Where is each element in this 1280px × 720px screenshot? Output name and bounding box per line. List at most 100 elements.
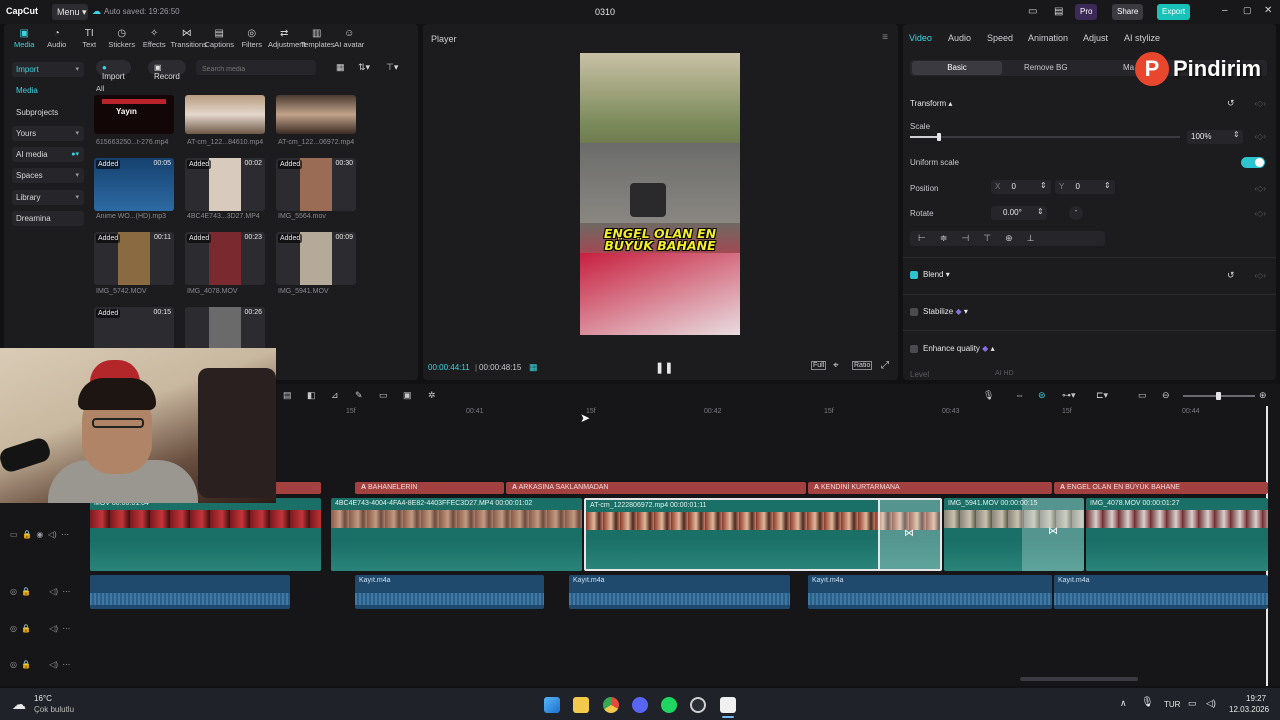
text-clip[interactable]: A ENGEL OLAN EN BÜYÜK BAHANE <box>1054 482 1268 494</box>
maximize-icon[interactable]: ▢ <box>1243 5 1252 16</box>
waveform-icon[interactable]: ▦ <box>529 362 538 373</box>
audio-clip[interactable]: Kayıt.m4a <box>1054 575 1268 609</box>
shortcuts-icon[interactable]: ▤ <box>1054 6 1063 17</box>
split-icon[interactable]: ◧ <box>307 390 316 401</box>
enhance-quality-heading[interactable]: Enhance quality ◆ ▴ <box>923 344 995 353</box>
filter-icon[interactable]: ⊤▾ <box>386 62 398 73</box>
sidebar-item-yours[interactable]: Yours ▾ <box>12 125 84 141</box>
tab-captions[interactable]: ▤ Captions <box>203 26 236 54</box>
crop-icon[interactable]: ⌖ <box>833 360 839 371</box>
clock-date[interactable]: 12.03.2026 <box>1229 705 1269 714</box>
subtab-mask[interactable]: Ma <box>1123 63 1134 72</box>
tab-effects[interactable]: ✧ Effects <box>138 26 171 54</box>
level-value[interactable]: AI HD <box>995 370 1014 377</box>
transform-heading[interactable]: Transform ▴ <box>910 99 952 108</box>
video-clip[interactable]: 4BC4E743-4004-4FA4-8E82-4403FFEC3D27.MP4… <box>331 498 582 571</box>
weather-text[interactable]: Çok bulutlu <box>34 705 74 714</box>
freeze-icon[interactable]: ▭ <box>379 390 388 401</box>
obs-icon[interactable] <box>690 697 706 713</box>
tab-adjustment[interactable]: ⇄ Adjustment <box>268 26 306 54</box>
media-thumb[interactable] <box>276 95 356 134</box>
tab-ai-avatar[interactable]: ☺ AI avatar <box>333 26 366 54</box>
pro-button[interactable]: Pro <box>1075 4 1098 20</box>
fit-icon[interactable]: ▭ <box>1138 390 1147 401</box>
keyframe-icon[interactable]: ‹◇› <box>1255 271 1266 280</box>
stepper-icon[interactable]: ⇕ <box>1037 207 1044 216</box>
stabilize-checkbox[interactable] <box>910 308 918 316</box>
media-thumb[interactable]: Added 00:30 <box>276 158 356 211</box>
file-explorer-icon[interactable] <box>573 697 589 713</box>
reset-icon[interactable]: ↺ <box>1227 270 1235 281</box>
tab-templates[interactable]: ▥ Templates <box>301 26 335 54</box>
close-icon[interactable]: ✕ <box>1264 5 1272 16</box>
align-top-icon[interactable]: ⊤ <box>983 233 1005 243</box>
audio-track-controls[interactable]: ◎ 🔒 ◁) ⋯ <box>10 660 70 669</box>
tab-filters[interactable]: ◎ Filters <box>236 26 269 54</box>
sidebar-item-subprojects[interactable]: Subprojects <box>12 105 84 120</box>
reset-icon[interactable]: ↺ <box>1227 98 1235 109</box>
text-clip[interactable]: A ARKASINA SAKLANMADAN <box>506 482 806 494</box>
search-media-input[interactable] <box>196 60 316 75</box>
enhance-quality-checkbox[interactable] <box>910 345 918 353</box>
audio-clip[interactable] <box>90 575 290 609</box>
tab-audio[interactable]: ◔ Audio <box>41 26 74 54</box>
subtab-basic[interactable]: Basic <box>912 61 1002 75</box>
sidebar-item-dreamina[interactable]: Dreamina <box>12 211 84 227</box>
video-track-controls[interactable]: ▭ 🔒 ◉ ◁) ⋯ <box>10 530 69 539</box>
tab-text[interactable]: TI Text <box>73 26 106 54</box>
sidebar-item-media[interactable]: Media <box>12 83 84 98</box>
stabilize-heading[interactable]: Stabilize ◆ ▾ <box>923 307 968 316</box>
media-thumb[interactable]: Yayın <box>94 95 174 134</box>
video-clip[interactable]: IMG_4078.MOV 00:00:01:27 <box>1086 498 1268 571</box>
chevron-up-icon[interactable]: ∧ <box>1120 698 1127 709</box>
zoom-in-icon[interactable]: ⊕ <box>1259 390 1267 401</box>
grid-view-icon[interactable]: ▦ <box>336 62 345 73</box>
chrome-icon[interactable] <box>603 697 619 713</box>
tab-video[interactable]: Video <box>909 33 932 43</box>
microphone-icon[interactable]: 🎙 <box>983 390 994 401</box>
text-clip[interactable] <box>272 482 321 494</box>
player-menu-icon[interactable]: ≡ <box>882 32 888 43</box>
keyframe-icon[interactable]: ‹◇› <box>1255 99 1266 108</box>
chain-icon[interactable]: ⊶▾ <box>1062 390 1076 401</box>
video-clip-selected[interactable]: AT-cm_1222806972.mp4 00:00:01:11 ⋈ <box>584 498 942 571</box>
record-button[interactable]: ▣ Record <box>148 60 186 81</box>
align-left-icon[interactable]: ⊢ <box>918 233 940 243</box>
pause-icon[interactable]: ❚❚ <box>655 361 673 374</box>
media-thumb[interactable]: Added 00:11 <box>94 232 174 285</box>
crop-icon[interactable]: ▣ <box>403 390 412 401</box>
align-right-icon[interactable]: ⊣ <box>961 233 983 243</box>
share-button[interactable]: Share <box>1112 4 1144 20</box>
transition-icon[interactable]: ⋈ <box>1048 526 1058 537</box>
media-thumb[interactable] <box>185 95 265 134</box>
keyframe-icon[interactable]: ‹◇› <box>1255 132 1266 141</box>
sidebar-item-ai-media[interactable]: AI media ●▾ <box>12 147 84 163</box>
blend-checkbox[interactable] <box>910 271 918 279</box>
network-icon[interactable]: ▭ <box>1188 698 1197 709</box>
sidebar-item-spaces[interactable]: Spaces ▾ <box>12 168 84 184</box>
transition-icon[interactable]: ⋈ <box>904 528 914 539</box>
spotify-icon[interactable] <box>661 697 677 713</box>
layout-icon[interactable]: ▭ <box>1028 6 1037 17</box>
align-middle-icon[interactable]: ⊕ <box>1005 233 1027 243</box>
scale-slider[interactable] <box>910 133 1180 141</box>
audio-track-controls[interactable]: ◎ 🔒 ◁) ⋯ <box>10 624 70 633</box>
temperature[interactable]: 16°C <box>34 694 52 703</box>
video-preview[interactable]: ENGEL OLAN EN BÜYÜK BAHANE <box>580 53 740 335</box>
audio-clip[interactable]: Kayıt.m4a <box>569 575 790 609</box>
subtab-remove-bg[interactable]: Remove BG <box>1024 63 1068 72</box>
media-thumb[interactable]: Added 00:02 <box>185 158 265 211</box>
discord-icon[interactable] <box>632 697 648 713</box>
tab-transitions[interactable]: ⋈ Transitions <box>171 26 207 54</box>
audio-clip[interactable]: Kayıt.m4a <box>355 575 544 609</box>
project-name[interactable]: 0310 <box>595 7 615 17</box>
capcut-icon[interactable] <box>720 697 736 713</box>
import-button[interactable]: ● Import <box>96 60 131 81</box>
speed-icon[interactable]: ✲ <box>428 390 436 401</box>
video-clip[interactable]: MOV 00:00:01:04 <box>90 498 321 571</box>
blend-heading[interactable]: Blend ▾ <box>923 270 950 279</box>
keyframe-icon[interactable]: ‹◇› <box>1255 209 1266 218</box>
stepper-icon[interactable]: ⇕ <box>1104 181 1111 190</box>
align-toolbar[interactable]: ⊢≑⊣⊤⊕⊥ <box>910 231 1105 246</box>
ratio-button[interactable]: Ratio <box>852 361 873 370</box>
